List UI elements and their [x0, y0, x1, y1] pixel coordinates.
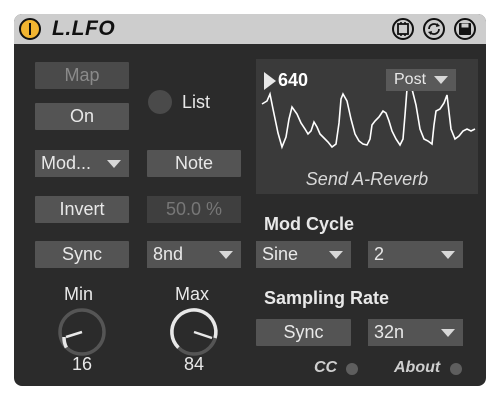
play-icon: [264, 72, 276, 90]
lfo-device: L.LFO Map On List Mod... Note Invert 50.…: [14, 14, 486, 386]
sample-select[interactable]: 32n: [368, 319, 463, 346]
scope-value: 640: [278, 70, 309, 90]
max-knob[interactable]: [166, 304, 222, 360]
on-button[interactable]: On: [35, 103, 129, 130]
chevron-down-icon: [434, 76, 448, 84]
cycle-select[interactable]: 2: [368, 241, 463, 268]
chevron-down-icon: [219, 251, 233, 259]
rate-select[interactable]: 8nd: [147, 241, 241, 268]
shape-select[interactable]: Sine: [256, 241, 351, 268]
about-led[interactable]: [450, 363, 462, 375]
shape-select-value: Sine: [262, 244, 299, 264]
list-label: List: [182, 92, 211, 112]
rate-select-value: 8nd: [153, 244, 184, 264]
sampling-rate-label: Sampling Rate: [264, 288, 390, 308]
mode-select[interactable]: Mod...: [35, 150, 129, 177]
hot-swap-icon[interactable]: [392, 18, 414, 40]
save-icon[interactable]: [454, 18, 476, 40]
invert-button[interactable]: Invert: [35, 196, 129, 223]
cc-led[interactable]: [346, 363, 358, 375]
note-button[interactable]: Note: [147, 150, 241, 177]
mod-cycle-label: Mod Cycle: [264, 214, 355, 234]
max-label: Max: [175, 284, 210, 304]
sync-button[interactable]: Sync: [35, 241, 129, 268]
min-label: Min: [64, 284, 94, 304]
about-label: About: [394, 359, 441, 376]
device-title: L.LFO: [52, 17, 116, 40]
chevron-down-icon: [329, 251, 343, 259]
mode-select-value: Mod...: [41, 153, 92, 173]
min-knob[interactable]: [54, 304, 110, 360]
sampling-sync-button[interactable]: Sync: [256, 319, 351, 346]
chevron-down-icon: [107, 160, 121, 168]
map-button[interactable]: Map: [35, 62, 129, 89]
sample-select-value: 32n: [374, 322, 405, 342]
min-value: 16: [71, 354, 93, 374]
list-toggle[interactable]: [148, 90, 172, 114]
chevron-down-icon: [441, 251, 455, 259]
map-icon[interactable]: [423, 18, 445, 40]
title-bar: L.LFO: [14, 14, 486, 44]
chevron-down-icon: [441, 329, 455, 337]
cc-label: CC: [314, 359, 338, 376]
lfo-scope: 640 Post Send A-Reverb: [256, 59, 478, 194]
post-select[interactable]: Post: [386, 69, 456, 91]
cycle-select-value: 2: [374, 244, 385, 264]
max-value: 84: [183, 354, 205, 374]
percent-field[interactable]: 50.0 %: [147, 196, 241, 223]
power-icon[interactable]: [19, 18, 41, 40]
post-select-value: Post: [394, 71, 427, 88]
send-target-label: Send A-Reverb: [305, 169, 429, 189]
